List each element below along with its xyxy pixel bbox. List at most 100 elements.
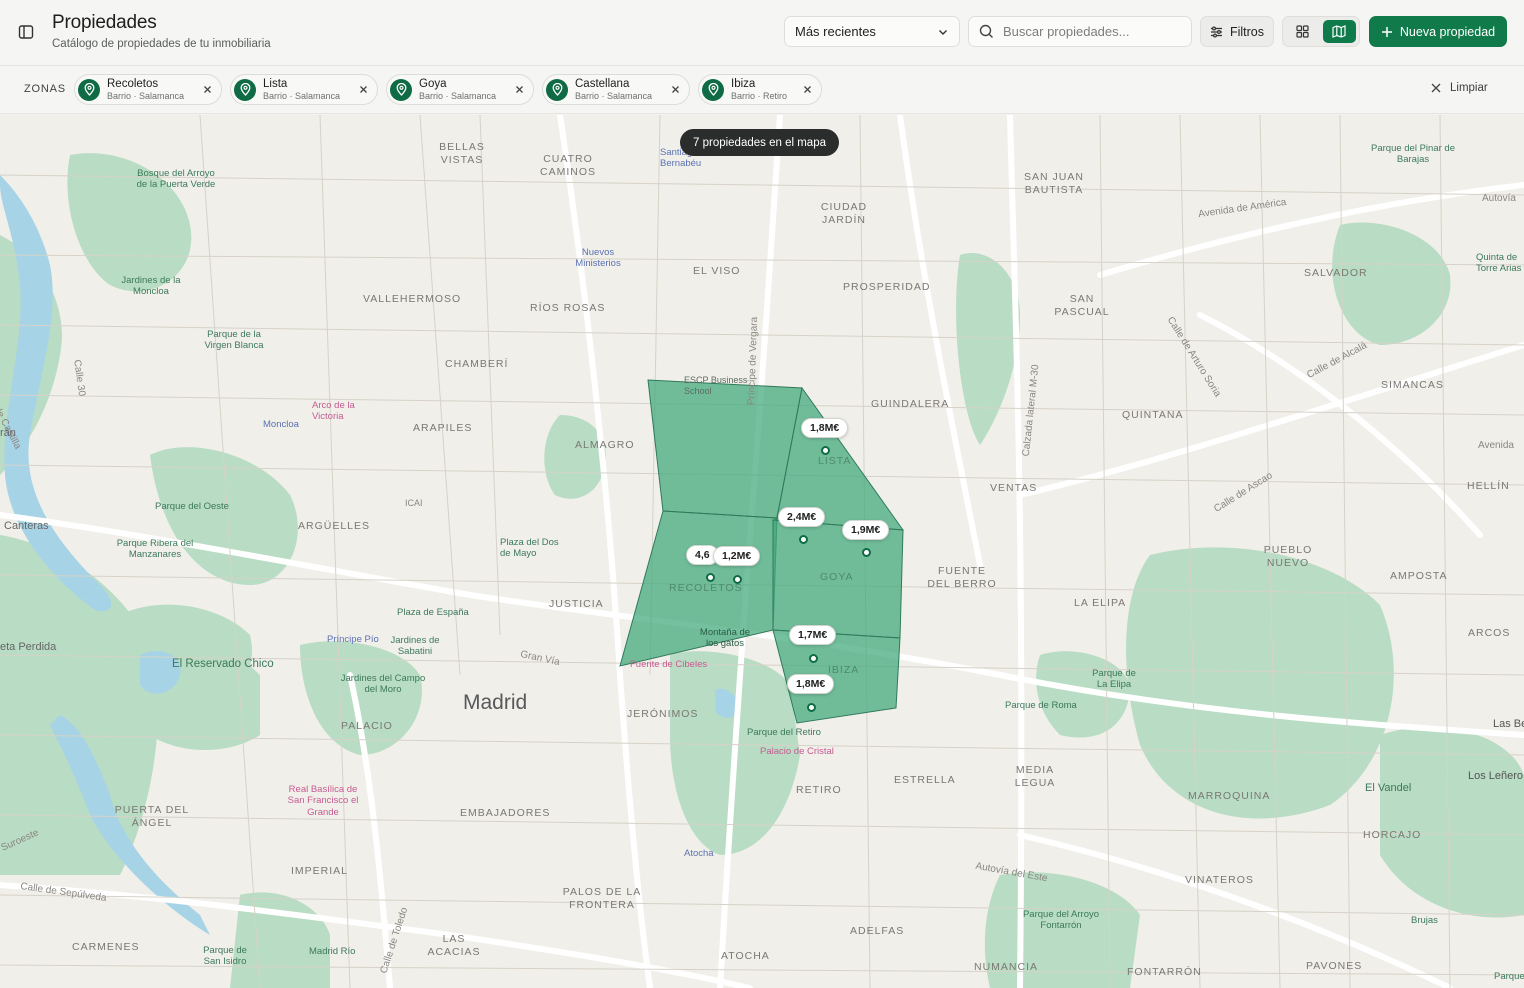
place-label: Parque Fore xyxy=(1494,971,1524,982)
district-label: SIMANCAS xyxy=(1381,379,1444,391)
page-subtitle: Catálogo de propiedades de tu inmobiliar… xyxy=(52,38,271,50)
price-marker[interactable]: 2,4M€ xyxy=(778,507,826,527)
place-label: Bosque del Arroyo de la Puerta Verde xyxy=(136,168,216,191)
close-icon[interactable] xyxy=(801,83,814,96)
zone-chip-recoletos[interactable]: Recoletos Barrio · Salamanca xyxy=(74,74,222,105)
place-label: Parque Ribera del Manzanares xyxy=(116,538,194,561)
zone-chip-castellana[interactable]: Castellana Barrio · Salamanca xyxy=(542,74,690,105)
map-count-pill: 7 propiedades en el mapa xyxy=(680,129,839,156)
map-pin-icon xyxy=(234,78,256,101)
grid-view-button[interactable] xyxy=(1286,20,1320,43)
place-label: Parque de Roma xyxy=(1005,700,1077,711)
road-label: eta Perdida xyxy=(0,641,57,653)
zone-chip-sub: Barrio · Salamanca xyxy=(575,90,653,101)
district-label: SAN PASCUAL xyxy=(1054,293,1110,319)
page-header: Propiedades Catálogo de propiedades de t… xyxy=(0,0,1524,66)
zone-chip-lista[interactable]: Lista Barrio · Salamanca xyxy=(230,74,378,105)
road-label: ESCP Business School xyxy=(684,375,748,396)
district-label: ARAPILES xyxy=(413,422,473,434)
price-marker[interactable]: 1,7M€ xyxy=(789,625,837,645)
district-label: PROSPERIDAD xyxy=(843,281,931,293)
property-marker-dot[interactable] xyxy=(807,703,816,712)
district-label: JUSTICIA xyxy=(549,598,604,610)
clear-zones-label: Limpiar xyxy=(1450,82,1488,94)
map-pin-icon xyxy=(702,78,724,101)
city-label: Madrid xyxy=(463,691,528,714)
zone-chip-sub: Barrio · Salamanca xyxy=(419,90,497,101)
place-label: Montaña de los gatos xyxy=(699,627,751,650)
property-marker-dot[interactable] xyxy=(821,446,830,455)
district-label: IMPERIAL xyxy=(291,865,349,877)
sort-select[interactable]: Más recientes xyxy=(784,16,960,47)
new-property-button[interactable]: Nueva propiedad xyxy=(1369,16,1507,47)
search-icon xyxy=(979,24,994,39)
place-label: Parque de San Isidro xyxy=(203,945,247,968)
chevron-down-icon xyxy=(937,26,949,38)
zone-chip-goya[interactable]: Goya Barrio · Salamanca xyxy=(386,74,534,105)
price-marker[interactable]: 1,8M€ xyxy=(787,674,835,694)
zone-chip-sub: Barrio · Salamanca xyxy=(107,90,185,101)
sidebar-toggle-icon[interactable] xyxy=(14,20,38,44)
zone-chip-ibiza[interactable]: Ibiza Barrio · Retiro xyxy=(698,74,822,105)
district-label: PALACIO xyxy=(341,720,393,732)
district-label: BELLAS VISTAS xyxy=(439,141,485,167)
landmark-label: Real Basílica de San Francisco el Grande xyxy=(287,784,359,818)
place-label: Parque del Retiro xyxy=(747,727,821,738)
landmark-label: Arco de la Victoria xyxy=(312,400,355,423)
property-marker-dot[interactable] xyxy=(809,654,818,663)
district-label: HORCAJO xyxy=(1363,829,1422,841)
district-label: NUMANCIA xyxy=(974,961,1039,973)
place-label: Parque del Pinar de Barajas xyxy=(1371,143,1455,166)
transit-label: Nuevos Ministerios xyxy=(575,247,621,270)
district-label: PALOS DE LA FRONTERA xyxy=(562,886,642,912)
property-marker-dot[interactable] xyxy=(733,575,742,584)
sort-select-value: Más recientes xyxy=(795,24,876,39)
place-label: Parque de La Elipa xyxy=(1092,668,1136,691)
map-view-button[interactable] xyxy=(1322,20,1356,43)
district-label: MEDIA LEGUA xyxy=(1014,764,1056,790)
search-input[interactable] xyxy=(1003,24,1173,39)
close-icon[interactable] xyxy=(513,83,526,96)
road-label: Autovía xyxy=(1482,193,1516,204)
price-marker[interactable]: 1,9M€ xyxy=(842,520,890,540)
close-icon[interactable] xyxy=(669,83,682,96)
place-label: Jardines de la Moncloa xyxy=(121,275,181,298)
zone-chip-name: Ibiza xyxy=(731,77,756,90)
zone-chip-name: Recoletos xyxy=(107,77,159,90)
district-label: FUENTE DEL BERRO xyxy=(927,565,997,591)
place-label: Brujas xyxy=(1411,915,1438,926)
district-label: RECOLETOS xyxy=(669,582,743,594)
district-label: VINATEROS xyxy=(1185,874,1254,886)
property-marker-dot[interactable] xyxy=(862,548,871,557)
district-label: GUINDALERA xyxy=(871,398,950,410)
filters-button[interactable]: Filtros xyxy=(1200,16,1274,47)
place-label: Parque de la Virgen Blanca xyxy=(204,329,264,352)
district-label: CUATRO CAMINOS xyxy=(539,153,596,179)
district-label: FONTARRÓN xyxy=(1127,966,1202,978)
district-label: ATOCHA xyxy=(721,950,770,962)
place-label: Jardines de Sabatini xyxy=(390,635,440,658)
district-label: EL VISO xyxy=(693,265,741,277)
clear-zones-button[interactable]: Limpiar xyxy=(1430,82,1488,94)
filters-label: Filtros xyxy=(1229,24,1265,39)
map-canvas[interactable]: BELLAS VISTAS CUATRO CAMINOS SAN JUAN BA… xyxy=(0,115,1524,988)
price-marker[interactable]: 1,2M€ xyxy=(713,546,761,566)
property-marker-dot[interactable] xyxy=(706,573,715,582)
sliders-icon xyxy=(1210,26,1223,38)
road-label: rán xyxy=(0,427,16,439)
district-label: SALVADOR xyxy=(1304,267,1368,279)
district-label: QUINTANA xyxy=(1122,409,1184,421)
place-label: El Reservado Chico xyxy=(172,658,274,670)
district-label: ARGÜELLES xyxy=(298,520,371,532)
price-marker[interactable]: 1,8M€ xyxy=(801,418,849,438)
property-marker-dot[interactable] xyxy=(799,535,808,544)
place-label: Plaza del Dos de Mayo xyxy=(500,537,559,560)
transit-label: Príncipe Pío xyxy=(327,634,379,645)
search-box xyxy=(968,16,1192,47)
zone-chip-sub: Barrio · Salamanca xyxy=(263,90,341,101)
district-label: PUERTA DEL ÁNGEL xyxy=(114,804,190,830)
place-label: Jardines del Campo del Moro xyxy=(340,673,426,696)
close-icon[interactable] xyxy=(201,83,214,96)
district-label: LA ELIPA xyxy=(1074,597,1127,609)
close-icon[interactable] xyxy=(357,83,370,96)
